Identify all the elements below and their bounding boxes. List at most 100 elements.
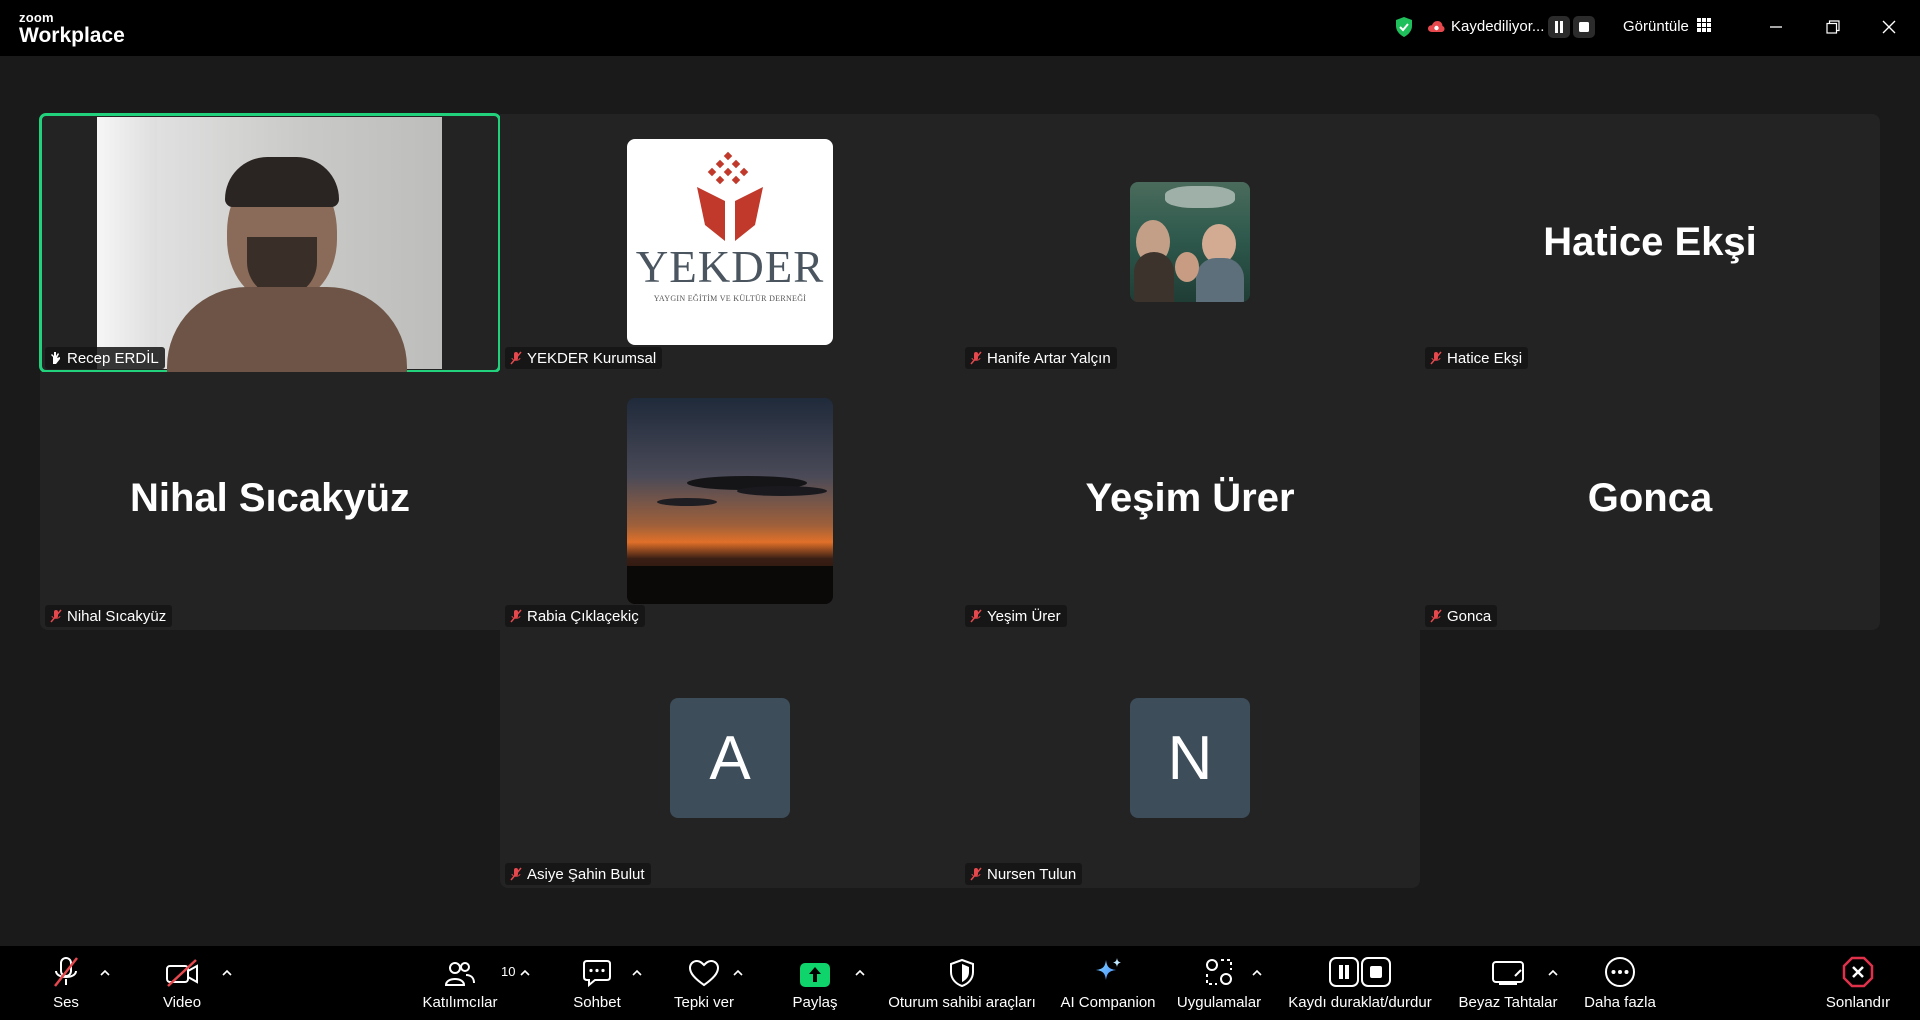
pause-icon bbox=[1555, 21, 1563, 33]
more-button[interactable]: Daha fazla bbox=[1578, 946, 1662, 1020]
participant-tile-nihal[interactable]: Nihal Sıcakyüz Nihal Sıcakyüz bbox=[40, 372, 500, 630]
participant-tile-asiye[interactable]: A Asiye Şahin Bulut bbox=[500, 630, 960, 888]
title-bar: zoom Workplace Kaydediliyor... Görüntüle bbox=[0, 0, 1920, 56]
video-gallery: Recep ERDİL YEKDER YAYGIN EĞİTİM VE KÜLT… bbox=[0, 56, 1920, 946]
share-label: Paylaş bbox=[792, 994, 838, 1011]
participant-tile-yesim[interactable]: Yeşim Ürer Yeşim Ürer bbox=[960, 372, 1420, 630]
cloud-record-icon bbox=[1428, 21, 1445, 32]
muted-mic-icon bbox=[510, 609, 522, 623]
minimize-button[interactable] bbox=[1763, 14, 1789, 40]
video-options-chevron-icon[interactable] bbox=[220, 968, 234, 978]
whiteboards-options-chevron-icon[interactable] bbox=[1546, 968, 1560, 978]
participant-name-label: Gonca bbox=[1425, 605, 1498, 627]
apps-options-chevron-icon[interactable] bbox=[1250, 968, 1264, 978]
participant-display-name: Gonca bbox=[1587, 476, 1713, 520]
pause-stop-recording-icon bbox=[1329, 957, 1391, 987]
raised-hand-icon bbox=[51, 352, 60, 364]
view-button[interactable]: Görüntüle bbox=[1623, 18, 1689, 35]
ai-companion-label: AI Companion bbox=[1060, 994, 1156, 1011]
react-button[interactable]: Tepki ver bbox=[668, 946, 740, 1020]
whiteboards-button[interactable]: Beyaz Tahtalar bbox=[1456, 946, 1560, 1020]
participant-name-label: Rabia Çıklaçekiç bbox=[505, 605, 645, 627]
more-label: Daha fazla bbox=[1584, 994, 1656, 1011]
stop-recording-button[interactable] bbox=[1573, 16, 1595, 38]
participant-display-name: Nihal Sıcakyüz bbox=[129, 476, 411, 520]
audio-options-chevron-icon[interactable] bbox=[98, 968, 112, 978]
heart-icon bbox=[688, 959, 720, 987]
end-meeting-icon bbox=[1842, 956, 1874, 988]
react-label: Tepki ver bbox=[673, 994, 735, 1011]
apps-button[interactable]: Uygulamalar bbox=[1174, 946, 1264, 1020]
participant-name-label: Yeşim Ürer bbox=[965, 605, 1067, 627]
participant-name-label: Asiye Şahin Bulut bbox=[505, 863, 651, 885]
host-tools-button[interactable]: Oturum sahibi araçları bbox=[886, 946, 1038, 1020]
whiteboard-icon bbox=[1492, 961, 1524, 985]
yekder-logo: YEKDER YAYGIN EĞİTİM VE KÜLTÜR DERNEĞİ bbox=[627, 139, 833, 345]
participant-photo bbox=[627, 398, 833, 604]
apps-icon bbox=[1206, 959, 1232, 985]
close-button[interactable] bbox=[1876, 14, 1902, 40]
muted-mic-icon bbox=[970, 351, 982, 365]
audio-label: Ses bbox=[53, 994, 79, 1011]
video-button[interactable]: Video bbox=[158, 946, 206, 1020]
shield-check-icon[interactable] bbox=[1394, 16, 1414, 38]
recording-controls-button[interactable]: Kaydı duraklat/durdur bbox=[1282, 946, 1438, 1020]
yekder-emblem-icon bbox=[697, 151, 763, 241]
logo-subtitle: YAYGIN EĞİTİM VE KÜLTÜR DERNEĞİ bbox=[653, 294, 807, 303]
participants-options-chevron-icon[interactable] bbox=[518, 968, 532, 978]
brand-big: Workplace bbox=[19, 24, 125, 47]
chat-options-chevron-icon[interactable] bbox=[630, 968, 644, 978]
muted-mic-icon bbox=[54, 957, 78, 987]
participant-name-label: Hanife Artar Yalçın bbox=[965, 347, 1117, 369]
grid-icon[interactable] bbox=[1697, 18, 1711, 32]
end-meeting-button[interactable]: Sonlandır bbox=[1820, 946, 1896, 1020]
restore-icon bbox=[1826, 20, 1840, 34]
participant-tile-rabia[interactable]: Rabia Çıklaçekiç bbox=[500, 372, 960, 630]
close-icon bbox=[1882, 20, 1896, 34]
chat-button[interactable]: Sohbet bbox=[570, 946, 624, 1020]
muted-mic-icon bbox=[50, 609, 62, 623]
chat-label: Sohbet bbox=[573, 994, 621, 1011]
participant-display-name: Hatice Ekşi bbox=[1543, 220, 1757, 264]
participant-name-label: YEKDER Kurumsal bbox=[505, 347, 663, 369]
participant-name-label: Recep ERDİL bbox=[45, 347, 165, 369]
participant-name-label: Hatice Ekşi bbox=[1425, 347, 1529, 369]
participant-tile-gonca[interactable]: Gonca Gonca bbox=[1420, 372, 1880, 630]
react-options-chevron-icon[interactable] bbox=[731, 968, 745, 978]
share-options-chevron-icon[interactable] bbox=[853, 968, 867, 978]
participant-avatar: A bbox=[670, 698, 790, 818]
participant-tile-hanife[interactable]: Hanife Artar Yalçın bbox=[960, 114, 1420, 372]
participant-count-badge: 10 bbox=[501, 964, 516, 979]
participant-tile-yekder[interactable]: YEKDER YAYGIN EĞİTİM VE KÜLTÜR DERNEĞİ Y… bbox=[500, 114, 960, 372]
ai-companion-button[interactable]: AI Companion bbox=[1058, 946, 1158, 1020]
whiteboards-label: Beyaz Tahtalar bbox=[1458, 994, 1558, 1011]
pause-recording-button[interactable] bbox=[1548, 16, 1570, 38]
participant-tile-nursen[interactable]: N Nursen Tulun bbox=[960, 630, 1420, 888]
brand-small: zoom bbox=[19, 10, 54, 25]
meeting-controls-bar: Ses Video 10 Katılımcılar Sohbet Tepki v… bbox=[0, 946, 1920, 1020]
recording-status: Kaydediliyor... bbox=[1451, 18, 1545, 35]
host-shield-icon bbox=[950, 958, 974, 988]
share-button[interactable]: Paylaş bbox=[790, 946, 840, 1020]
chat-icon bbox=[583, 960, 611, 988]
participant-display-name: Yeşim Ürer bbox=[1085, 476, 1295, 520]
muted-mic-icon bbox=[510, 867, 522, 881]
muted-mic-icon bbox=[970, 609, 982, 623]
minimize-icon bbox=[1770, 26, 1782, 28]
restore-button[interactable] bbox=[1820, 14, 1846, 40]
more-dots-icon bbox=[1605, 957, 1635, 987]
end-meeting-label: Sonlandır bbox=[1825, 994, 1891, 1011]
participant-avatar: N bbox=[1130, 698, 1250, 818]
participants-icon bbox=[444, 962, 475, 986]
participant-name-label: Nihal Sıcakyüz bbox=[45, 605, 173, 627]
participant-tile-recep[interactable]: Recep ERDİL bbox=[39, 113, 501, 373]
logo-word: YEKDER bbox=[635, 242, 825, 292]
participant-tile-hatice[interactable]: Hatice Ekşi Hatice Ekşi bbox=[1420, 114, 1880, 372]
muted-mic-icon bbox=[970, 867, 982, 881]
participants-button[interactable]: 10 Katılımcılar bbox=[420, 946, 515, 1020]
audio-button[interactable]: Ses bbox=[46, 946, 86, 1020]
apps-label: Uygulamalar bbox=[1176, 994, 1262, 1011]
host-tools-label: Oturum sahibi araçları bbox=[888, 994, 1036, 1011]
video-label: Video bbox=[162, 994, 202, 1011]
participant-photo bbox=[1130, 182, 1250, 302]
